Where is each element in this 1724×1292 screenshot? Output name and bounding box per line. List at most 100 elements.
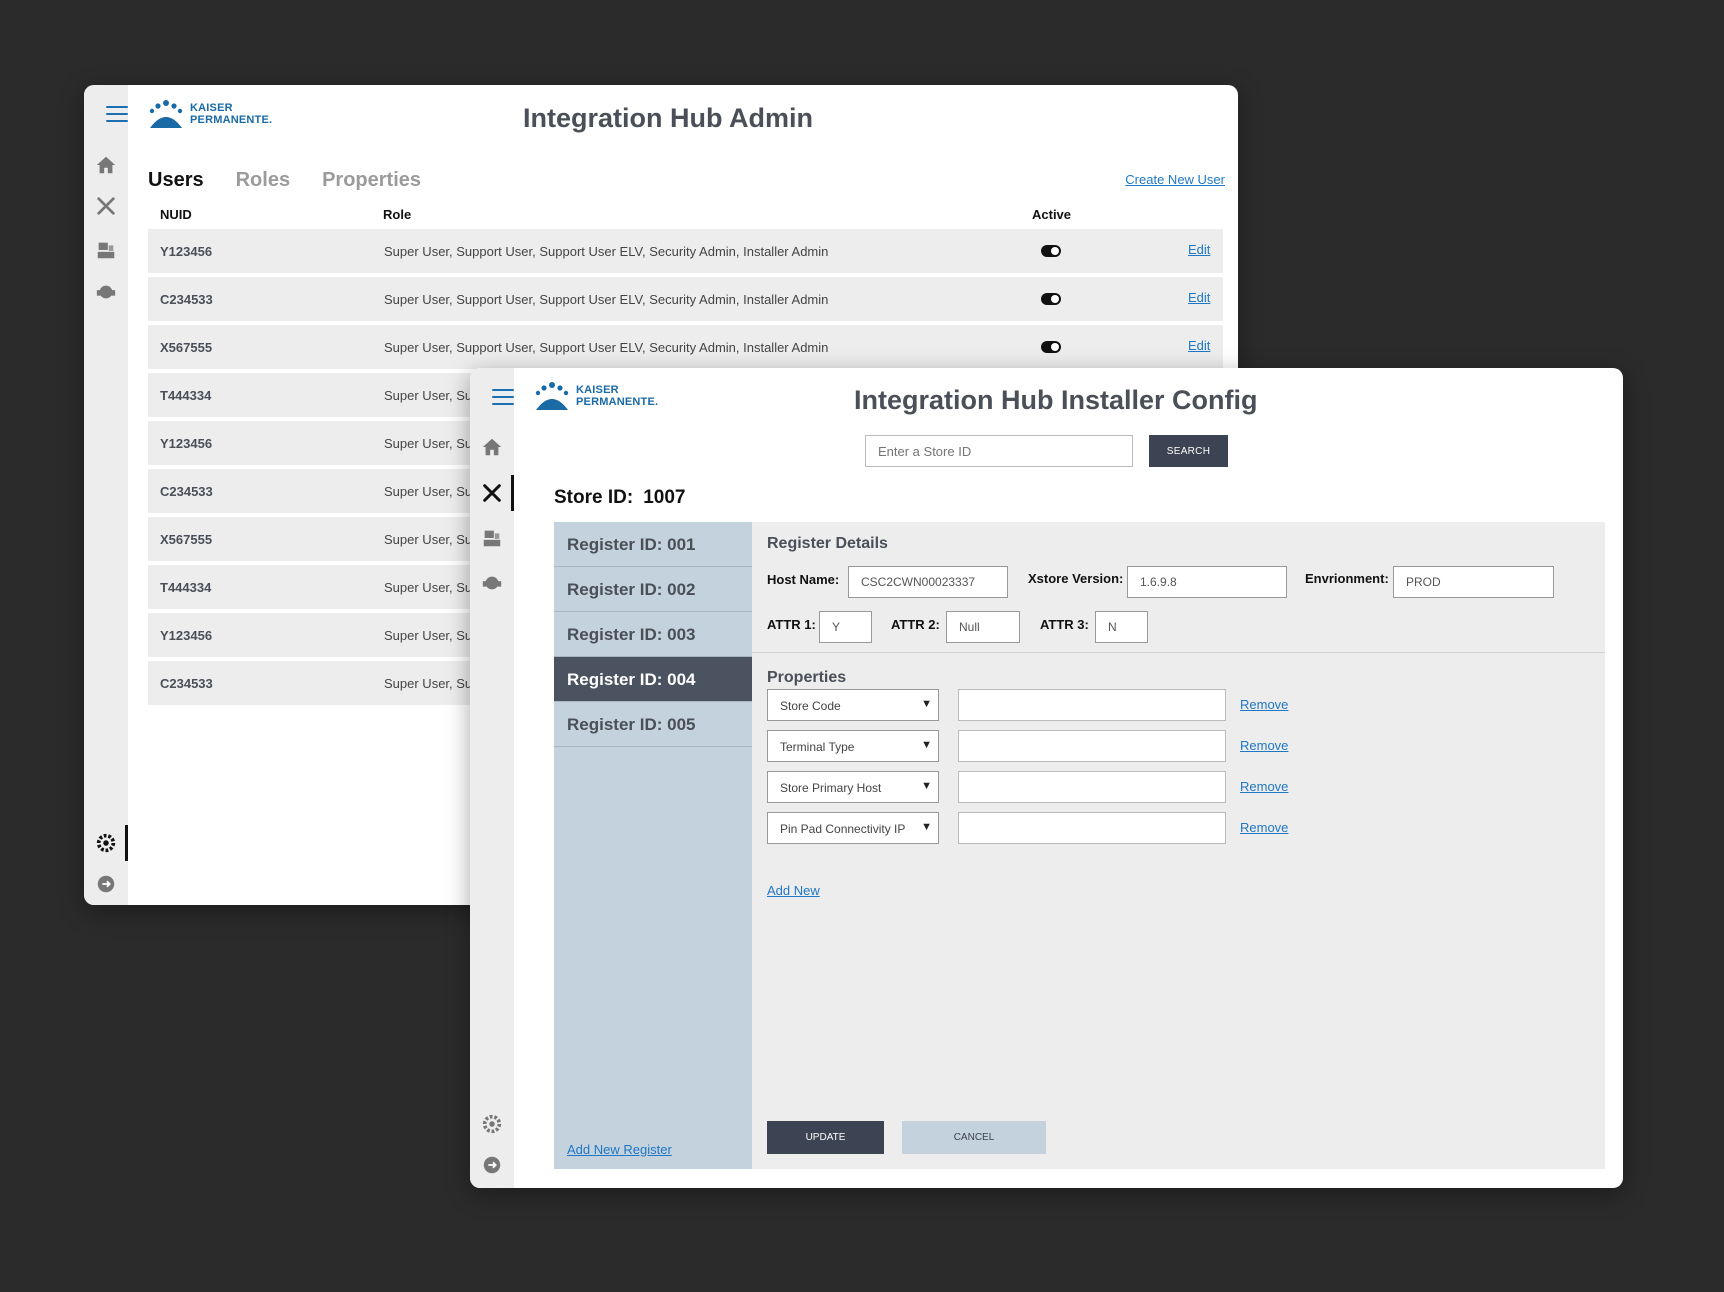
store-id-search-input[interactable] bbox=[865, 435, 1133, 467]
column-active: Active bbox=[1032, 207, 1072, 222]
attr2-field[interactable] bbox=[946, 611, 1020, 643]
table-row: Y123456 Super User, Support User, Support… bbox=[148, 229, 1223, 273]
caret-down-icon: ▼ bbox=[921, 821, 932, 833]
store-register-icon[interactable] bbox=[470, 523, 514, 553]
column-role: Role bbox=[383, 207, 412, 222]
add-new-register-link[interactable]: Add New Register bbox=[567, 1142, 672, 1157]
store-id-label: Store ID: bbox=[554, 487, 634, 508]
register-item[interactable]: Register ID: 001 bbox=[554, 522, 752, 567]
attr1-field[interactable] bbox=[819, 611, 872, 643]
brand-line1: KAISER bbox=[576, 384, 619, 396]
property-select[interactable]: Store Primary Host ▼ bbox=[767, 771, 939, 803]
attr1-label: ATTR 1: bbox=[767, 617, 816, 632]
installer-nav-rail bbox=[470, 368, 514, 1188]
nuid-cell: C234533 bbox=[160, 292, 213, 307]
store-id-value: 1007 bbox=[643, 487, 686, 508]
property-select[interactable]: Terminal Type ▼ bbox=[767, 730, 939, 762]
environment-field[interactable] bbox=[1393, 566, 1554, 598]
property-select-value: Store Code bbox=[780, 699, 841, 713]
remove-property-link[interactable]: Remove bbox=[1240, 697, 1288, 712]
register-item[interactable]: Register ID: 004 bbox=[554, 657, 752, 702]
attr3-label: ATTR 3: bbox=[1040, 617, 1089, 632]
nuid-cell: X567555 bbox=[160, 340, 213, 355]
cancel-button[interactable]: CANCEL bbox=[902, 1121, 1046, 1154]
property-value-input[interactable] bbox=[958, 730, 1226, 762]
property-select-value: Pin Pad Connectivity IP bbox=[780, 822, 906, 836]
admin-nav-rail bbox=[84, 85, 128, 905]
update-button[interactable]: UPDATE bbox=[767, 1121, 884, 1154]
users-table-header: NUID Role Active bbox=[148, 207, 1223, 227]
remove-property-link[interactable]: Remove bbox=[1240, 779, 1288, 794]
create-new-user-link[interactable]: Create New User bbox=[1125, 172, 1225, 187]
role-cell: Super User, Support User, Support User E… bbox=[384, 292, 829, 307]
active-toggle[interactable] bbox=[1041, 341, 1061, 353]
tab-properties[interactable]: Properties bbox=[322, 169, 421, 192]
home-icon[interactable] bbox=[84, 150, 128, 180]
kaiser-logo-mark-icon bbox=[149, 100, 183, 128]
store-id-heading: Store ID: 1007 bbox=[554, 487, 685, 509]
remove-property-link[interactable]: Remove bbox=[1240, 820, 1288, 835]
property-select[interactable]: Store Code ▼ bbox=[767, 689, 939, 721]
register-item[interactable]: Register ID: 005 bbox=[554, 702, 752, 747]
menu-icon[interactable] bbox=[492, 389, 514, 407]
role-cell: Super User, Su bbox=[384, 436, 473, 451]
table-row: X567555 Super User, Support User, Support… bbox=[148, 325, 1223, 369]
role-cell: Super User, Su bbox=[384, 580, 473, 595]
edit-link[interactable]: Edit bbox=[1188, 242, 1210, 257]
role-cell: Super User, Su bbox=[384, 484, 473, 499]
support-icon[interactable] bbox=[470, 568, 514, 598]
nuid-cell: T444334 bbox=[160, 388, 212, 403]
add-new-property-link[interactable]: Add New bbox=[767, 883, 820, 898]
register-item[interactable]: Register ID: 003 bbox=[554, 612, 752, 657]
logout-icon[interactable] bbox=[470, 1150, 514, 1180]
remove-property-link[interactable]: Remove bbox=[1240, 738, 1288, 753]
nuid-cell: C234533 bbox=[160, 676, 213, 691]
tab-users[interactable]: Users bbox=[148, 169, 204, 192]
attr2-label: ATTR 2: bbox=[891, 617, 940, 632]
property-value-input[interactable] bbox=[958, 771, 1226, 803]
support-icon[interactable] bbox=[84, 277, 128, 307]
active-toggle[interactable] bbox=[1041, 245, 1061, 257]
kaiser-logo: KAISER PERMANENTE. bbox=[534, 380, 658, 412]
settings-icon[interactable] bbox=[470, 1109, 514, 1139]
caret-down-icon: ▼ bbox=[921, 698, 932, 710]
host-name-field[interactable] bbox=[848, 566, 1008, 598]
tab-roles[interactable]: Roles bbox=[236, 169, 290, 192]
settings-icon[interactable] bbox=[84, 828, 128, 858]
role-cell: Super User, Su bbox=[384, 628, 473, 643]
edit-link[interactable]: Edit bbox=[1188, 290, 1210, 305]
property-select-value: Store Primary Host bbox=[780, 781, 882, 795]
property-value-input[interactable] bbox=[958, 812, 1226, 844]
tools-icon[interactable] bbox=[84, 191, 128, 221]
xstore-version-field[interactable] bbox=[1127, 566, 1287, 598]
environment-label: Envrionment: bbox=[1305, 571, 1389, 586]
role-cell: Super User, Su bbox=[384, 388, 473, 403]
property-select-value: Terminal Type bbox=[780, 740, 855, 754]
caret-down-icon: ▼ bbox=[921, 780, 932, 792]
section-divider bbox=[752, 652, 1605, 653]
register-item[interactable]: Register ID: 002 bbox=[554, 567, 752, 612]
edit-link[interactable]: Edit bbox=[1188, 338, 1210, 353]
role-cell: Super User, Support User, Support User E… bbox=[384, 340, 829, 355]
attr3-field[interactable] bbox=[1095, 611, 1148, 643]
logout-icon[interactable] bbox=[84, 869, 128, 899]
active-toggle[interactable] bbox=[1041, 293, 1061, 305]
brand-line2: PERMANENTE. bbox=[576, 396, 659, 408]
property-value-input[interactable] bbox=[958, 689, 1226, 721]
kaiser-logo-mark-icon bbox=[535, 382, 569, 410]
property-select[interactable]: Pin Pad Connectivity IP ▼ bbox=[767, 812, 939, 844]
register-details-panel: Register Details Host Name: Xstore Versi… bbox=[752, 522, 1605, 1169]
store-register-icon[interactable] bbox=[84, 235, 128, 265]
role-cell: Super User, Support User, Support User E… bbox=[384, 244, 829, 259]
brand-line1: KAISER bbox=[190, 102, 233, 114]
home-icon[interactable] bbox=[470, 432, 514, 462]
xstore-version-label: Xstore Version: bbox=[1028, 571, 1124, 586]
menu-icon[interactable] bbox=[106, 106, 128, 124]
brand-line2: PERMANENTE. bbox=[190, 114, 273, 126]
tools-icon[interactable] bbox=[470, 478, 514, 508]
nuid-cell: Y123456 bbox=[160, 244, 213, 259]
page-title: Integration Hub Installer Config bbox=[854, 385, 1258, 415]
host-name-label: Host Name: bbox=[767, 572, 840, 587]
role-cell: Super User, Su bbox=[384, 532, 473, 547]
search-button[interactable]: SEARCH bbox=[1149, 435, 1228, 467]
